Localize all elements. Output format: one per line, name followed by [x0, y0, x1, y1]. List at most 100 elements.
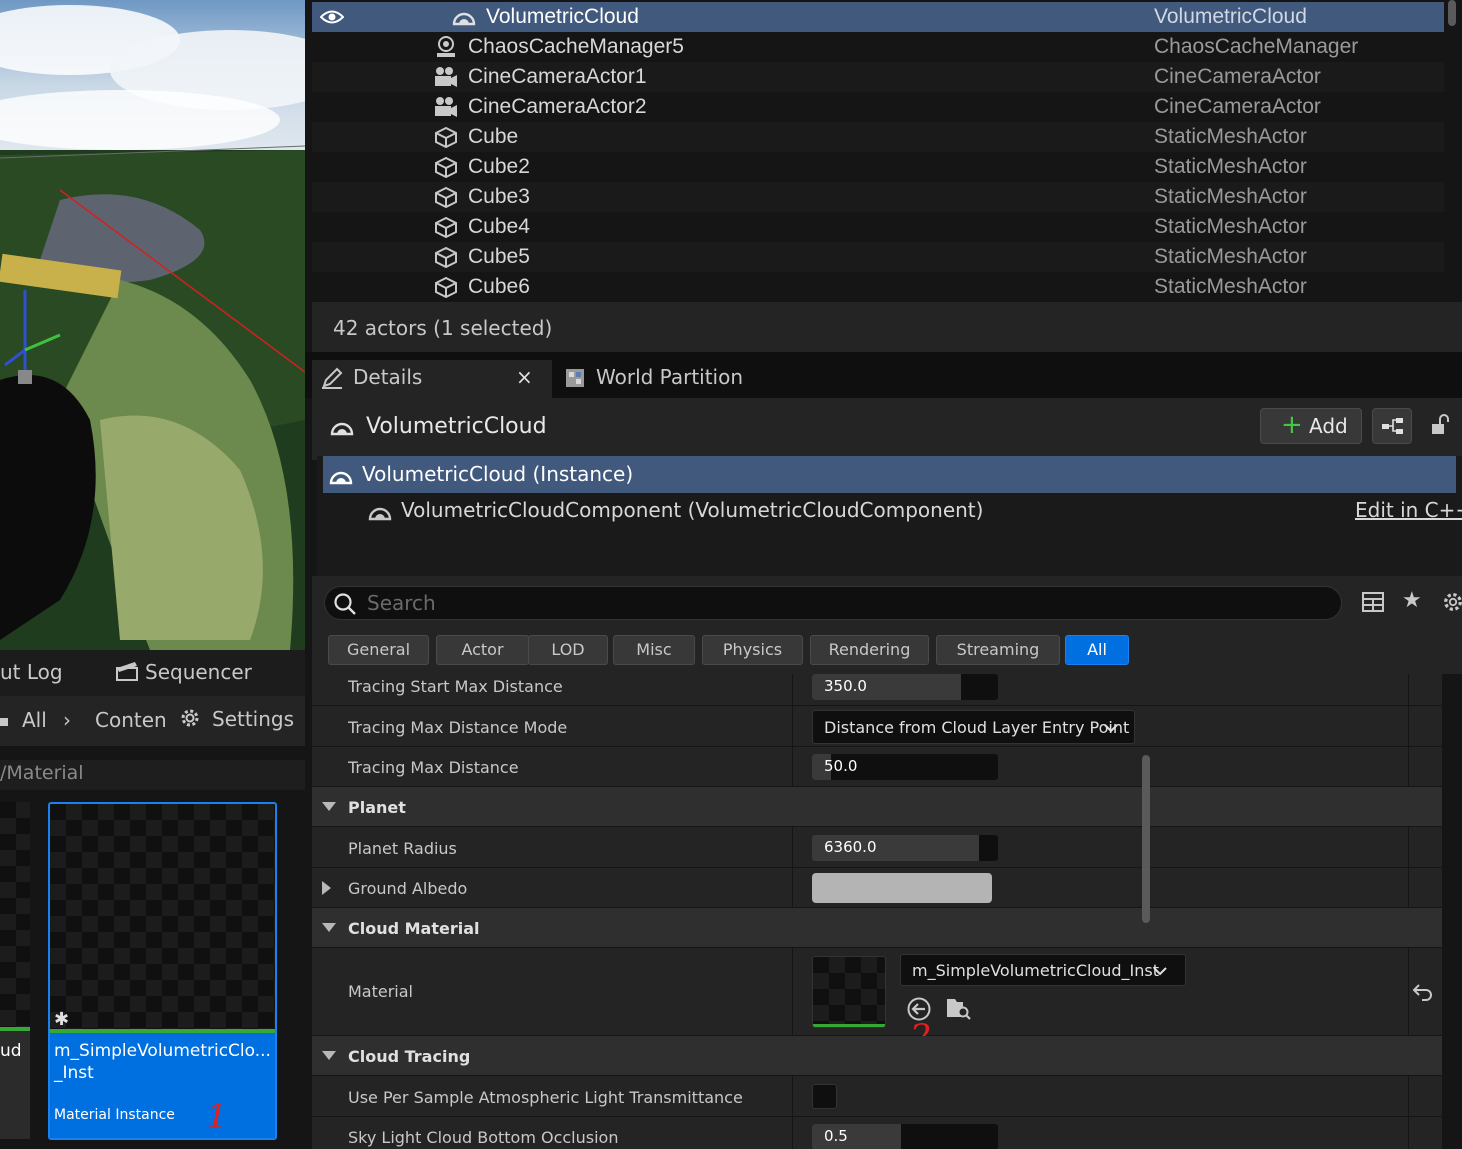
expand-arrow-icon[interactable] [322, 881, 331, 895]
sequencer-icon [116, 662, 138, 681]
category-cloud-tracing[interactable]: Cloud Tracing [312, 1036, 1442, 1076]
property-label: Tracing Max Distance Mode [348, 718, 568, 737]
settings-button[interactable]: Settings [178, 706, 294, 731]
component-child-row[interactable]: VolumetricCloudComponent (VolumetricClou… [323, 493, 1462, 529]
outliner-row-name: Cube6 [468, 275, 530, 298]
outliner-row[interactable]: Cube StaticMeshActor [312, 122, 1444, 152]
category-label: Planet [348, 798, 406, 817]
numeric-input[interactable]: 6360.0 [812, 835, 998, 861]
filter-actor[interactable]: Actor [436, 635, 529, 665]
outliner-row-type: StaticMeshActor [1154, 125, 1307, 148]
property-row: Material m_SimpleVolumetricCloud_Inst [312, 948, 1442, 1054]
material-dropdown[interactable]: m_SimpleVolumetricCloud_Inst [900, 954, 1186, 986]
property-label: Tracing Max Distance [348, 758, 519, 777]
outliner-row[interactable]: Cube3 StaticMeshActor [312, 182, 1444, 212]
tab-world-partition[interactable]: World Partition [563, 360, 783, 398]
filter-physics[interactable]: Physics [702, 635, 803, 665]
property-label: Ground Albedo [348, 879, 468, 898]
reset-to-default-icon[interactable] [1412, 982, 1434, 1002]
cube-icon [435, 246, 457, 268]
unlock-icon[interactable] [1430, 414, 1450, 436]
details-scrollbar[interactable] [1142, 755, 1150, 923]
settings-label: Settings [212, 707, 295, 731]
edit-in-cpp-link[interactable]: Edit in C++ [1355, 498, 1462, 522]
checkbox[interactable] [812, 1084, 837, 1109]
cloud-icon [368, 507, 392, 521]
filter-bar: General Actor LOD Misc Physics Rendering… [312, 632, 1462, 674]
add-component-button[interactable]: + Add [1260, 408, 1362, 444]
outliner-row-name: Cube2 [468, 155, 530, 178]
filter-lod[interactable]: LOD [528, 635, 608, 665]
outliner-row-type: CineCameraActor [1154, 65, 1321, 88]
tab-output-log[interactable]: ut Log [0, 660, 63, 688]
asset-card-partial[interactable]: ud [0, 1031, 30, 1139]
filter-streaming[interactable]: Streaming [936, 635, 1060, 665]
property-label: Sky Light Cloud Bottom Occlusion [348, 1128, 619, 1147]
filter-all[interactable]: All [1065, 635, 1129, 665]
asset-thumbnail-partial[interactable] [0, 802, 30, 1042]
color-swatch[interactable] [812, 873, 992, 903]
breadcrumb-all[interactable]: All [22, 708, 47, 732]
outliner-row-name: Cube [468, 125, 519, 148]
asterisk-icon: ✱ [54, 1009, 70, 1030]
outliner-row-name: VolumetricCloud [486, 5, 639, 28]
chevron-down-icon [1153, 967, 1167, 976]
filter-misc[interactable]: Misc [613, 635, 695, 665]
blueprint-button[interactable] [1372, 408, 1412, 444]
search-input[interactable]: Search [324, 586, 1342, 620]
browse-asset-icon[interactable] [945, 995, 971, 1021]
property-label: Planet Radius [348, 839, 457, 858]
collapse-arrow-icon[interactable] [322, 923, 336, 932]
grid-icon [566, 369, 584, 387]
outliner-row[interactable]: Cube5 StaticMeshActor [312, 242, 1444, 272]
collapse-arrow-icon[interactable] [322, 1051, 336, 1060]
filter-rendering[interactable]: Rendering [810, 635, 929, 665]
outliner-scrollbar[interactable] [1448, 0, 1456, 26]
component-root-row[interactable]: VolumetricCloud (Instance) [323, 456, 1456, 493]
material-thumbnail[interactable] [812, 956, 886, 1028]
outliner-row-name: Cube3 [468, 185, 530, 208]
folder-icon [0, 718, 8, 726]
camera-icon [435, 67, 457, 87]
outliner-row-name: Cube4 [468, 215, 530, 238]
numeric-input[interactable]: 0.5 [812, 1124, 998, 1149]
property-label: Use Per Sample Atmospheric Light Transmi… [348, 1088, 743, 1107]
content-path: /Material [0, 760, 305, 790]
star-icon[interactable]: ★ [1402, 588, 1422, 613]
level-viewport[interactable] [0, 0, 305, 650]
eye-icon[interactable] [320, 8, 344, 26]
details-search-bar: Search ★ [312, 576, 1462, 632]
outliner-row[interactable]: CineCameraActor1 CineCameraActor [312, 62, 1444, 92]
outliner-row[interactable]: Cube6 StaticMeshActor [312, 272, 1444, 302]
outliner-row[interactable]: Cube2 StaticMeshActor [312, 152, 1444, 182]
component-tree: VolumetricCloud (Instance) VolumetricClo… [317, 456, 1462, 576]
outliner-row[interactable]: Cube4 StaticMeshActor [312, 212, 1444, 242]
table-view-icon[interactable] [1362, 591, 1384, 613]
outliner-row[interactable]: VolumetricCloud VolumetricCloud [312, 2, 1444, 32]
gear-icon[interactable] [1442, 590, 1462, 614]
numeric-input[interactable]: 50.0 [812, 754, 998, 780]
tracing-mode-dropdown[interactable]: Distance from Cloud Layer Entry Point [812, 710, 1135, 744]
filter-general[interactable]: General [328, 635, 429, 665]
property-row: Planet Radius 6360.0 [312, 827, 1442, 868]
collapse-arrow-icon[interactable] [322, 802, 336, 811]
tab-details[interactable]: Details × [312, 360, 552, 398]
asset-name-line1: m_SimpleVolumetricClo... [54, 1041, 271, 1061]
details-header: VolumetricCloud + Add [312, 398, 1462, 460]
category-cloud-material[interactable]: Cloud Material [312, 908, 1442, 948]
outliner-row-name: CineCameraActor2 [468, 95, 647, 118]
breadcrumb-content[interactable]: Conten [95, 708, 167, 732]
tab-sequencer[interactable]: Sequencer [115, 660, 252, 688]
outliner-row[interactable]: CineCameraActor2 CineCameraActor [312, 92, 1444, 122]
component-root-name: VolumetricCloud (Instance) [362, 462, 634, 486]
close-icon[interactable]: × [516, 365, 533, 389]
outliner-row[interactable]: ChaosCacheManager5 ChaosCacheManager [312, 32, 1444, 62]
numeric-input[interactable]: 350.0 [812, 674, 998, 700]
asset-card-selected[interactable]: ✱ m_SimpleVolumetricClo... _Inst Materia… [48, 802, 277, 1140]
chevron-right-icon: › [63, 708, 71, 732]
asset-grid: ud ✱ m_SimpleVolumetricClo... _Inst Mate… [0, 790, 305, 1149]
category-planet[interactable]: Planet [312, 787, 1442, 827]
numeric-value: 0.5 [824, 1127, 848, 1145]
cube-icon [435, 126, 457, 148]
outliner-row-type: VolumetricCloud [1154, 5, 1307, 28]
